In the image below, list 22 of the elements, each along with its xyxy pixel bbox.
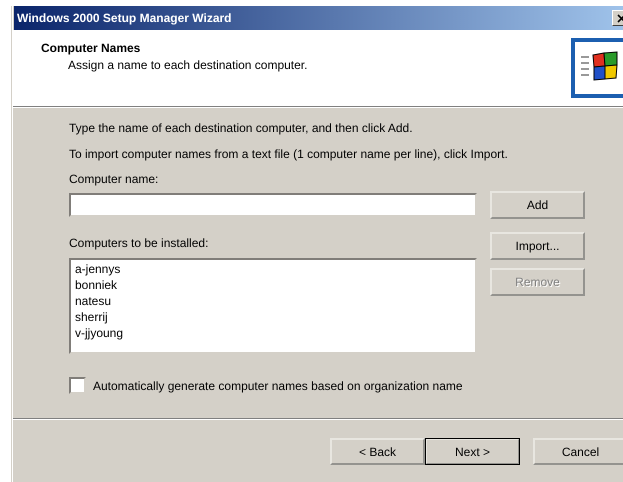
checkbox[interactable] bbox=[69, 377, 86, 394]
field-label: Computer name: bbox=[69, 172, 160, 186]
computer-list[interactable]: a-jennys bonniek natesu sherrij v-jjyoung bbox=[69, 258, 477, 354]
list-item[interactable]: bonniek bbox=[75, 277, 118, 293]
instruction-text: Type the name of each destination computer, and then click Add. bbox=[69, 121, 414, 135]
list-item[interactable]: v-jjyoung bbox=[75, 325, 124, 341]
page-subtitle: Assign a name to each destination computer. bbox=[68, 58, 308, 72]
next-button[interactable]: Next > bbox=[425, 438, 520, 465]
list-item[interactable]: natesu bbox=[75, 293, 112, 309]
checkbox-label: Automatically generate computer names based on organization name bbox=[93, 378, 463, 392]
close-icon bbox=[616, 14, 623, 22]
cancel-button[interactable]: Cancel bbox=[533, 438, 623, 465]
list-item[interactable]: a-jennys bbox=[75, 261, 120, 277]
back-button[interactable]: < Back bbox=[330, 438, 425, 465]
computer-name-field[interactable] bbox=[69, 193, 477, 217]
page-title: Computer Names bbox=[41, 41, 142, 55]
instruction-text: To import computer names from a text file (1 computer name per line), click Import. bbox=[69, 147, 509, 161]
list-label: Computers to be installed: bbox=[69, 236, 210, 250]
window-title: Windows 2000 Setup Manager Wizard bbox=[17, 11, 232, 25]
add-button[interactable]: Add bbox=[490, 191, 585, 219]
list-item[interactable]: sherrij bbox=[75, 309, 108, 325]
import-button[interactable]: Import... bbox=[490, 232, 585, 260]
